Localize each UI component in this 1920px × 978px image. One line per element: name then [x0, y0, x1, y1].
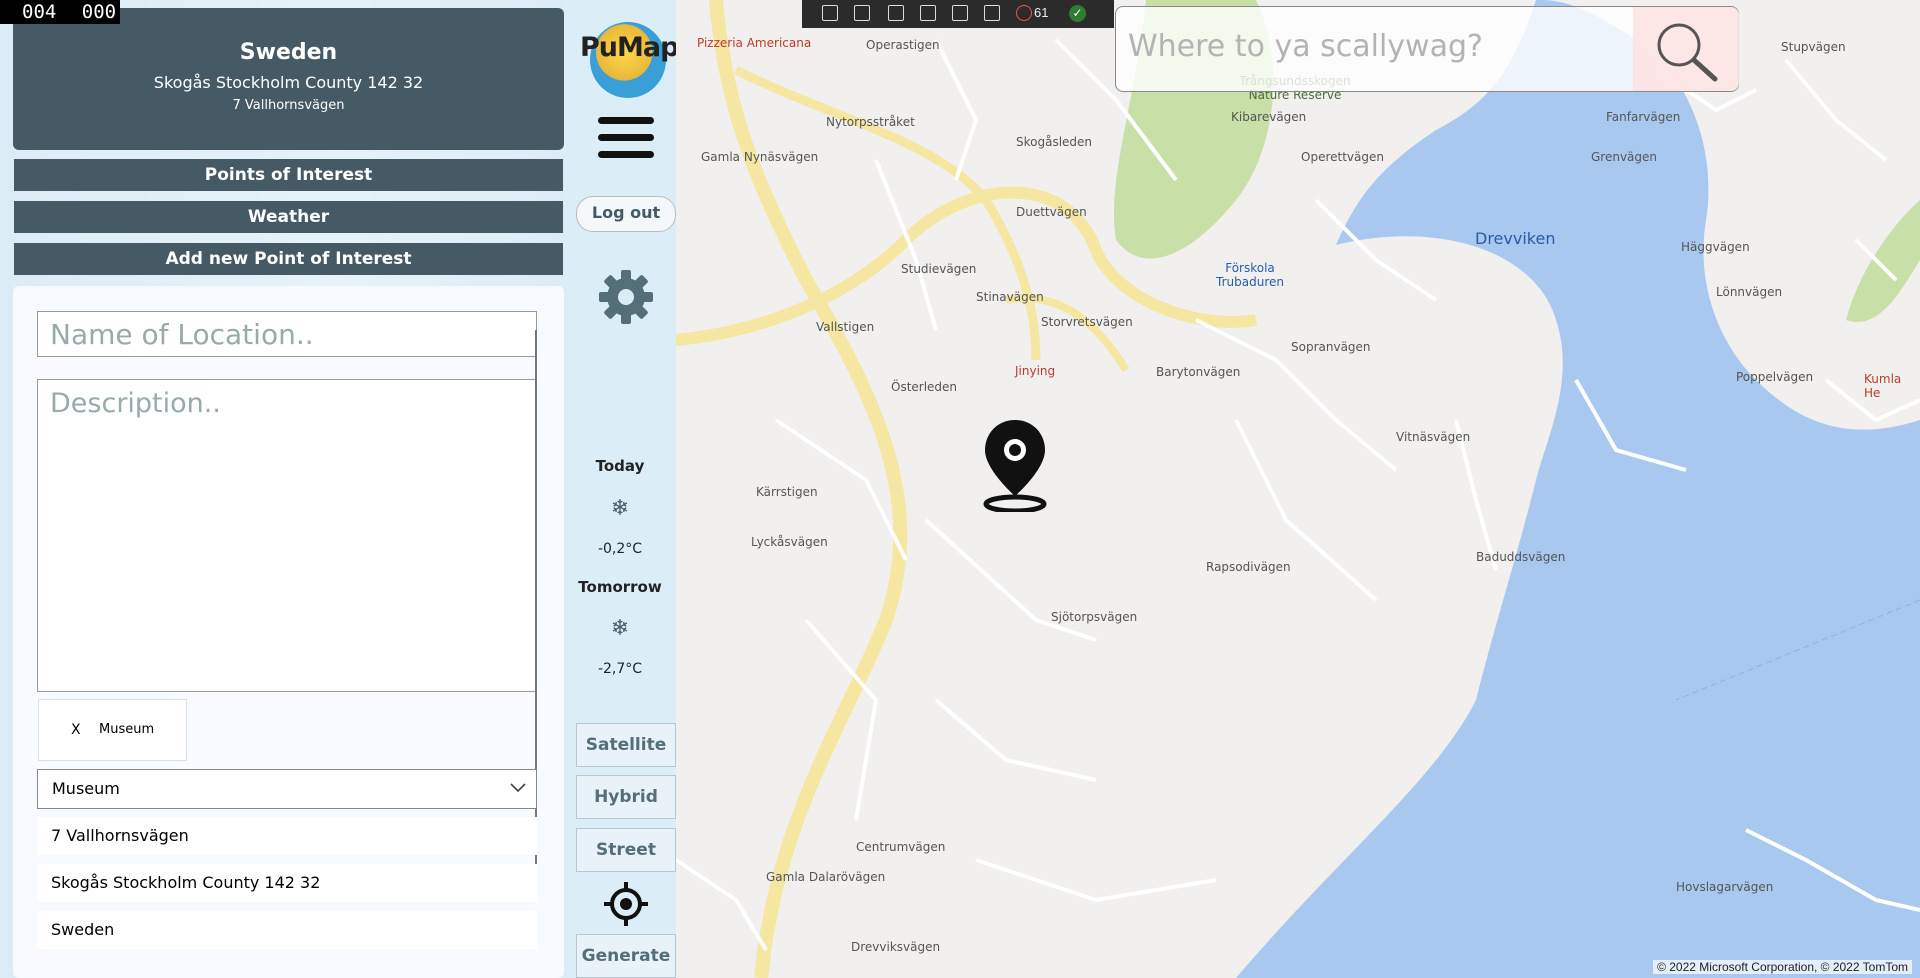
street-label: Grenvägen — [1591, 150, 1658, 164]
cursor-icon[interactable] — [888, 5, 904, 21]
recording-count: 61 — [1034, 5, 1049, 20]
weather-tomorrow-temp: -2,7°C — [597, 661, 643, 677]
street-label: Centrumvägen — [856, 840, 946, 854]
street-label: Lyckåsvägen — [751, 535, 828, 549]
category-select-value: Museum — [52, 779, 120, 798]
location-name-input[interactable]: Name of Location.. — [37, 311, 537, 357]
location-pin-icon[interactable] — [983, 418, 1047, 512]
street-label: Vallstigen — [816, 320, 875, 334]
map-label-drevviken: Drevviken — [1475, 229, 1556, 248]
street-label: Stupvägen — [1781, 40, 1846, 54]
street-label: Vitnäsvägen — [1396, 430, 1471, 444]
street-label: Rapsodivägen — [1206, 560, 1291, 574]
street-label: Duettvägen — [1016, 205, 1087, 219]
map-poi-kumla[interactable]: Kumla He — [1864, 372, 1920, 400]
poi-button[interactable]: Points of Interest — [14, 159, 563, 191]
tag-label: Museum — [99, 722, 155, 737]
street-label: Poppelvägen — [1736, 370, 1814, 384]
recording-toolbar: 61 ✓ — [802, 0, 1114, 28]
street-label: Kibarevägen — [1231, 110, 1307, 124]
location-header: Sweden Skogås Stockholm County 142 32 7 … — [13, 8, 564, 150]
search-input[interactable]: Where to ya scallywag? — [1128, 29, 1483, 64]
video-camera-icon[interactable] — [854, 5, 870, 21]
address-suggestion[interactable]: Sweden — [37, 911, 537, 949]
street-label: Gamla Nynäsvägen — [701, 150, 819, 164]
street-label: Häggvägen — [1681, 240, 1750, 254]
street-label: Barytonvägen — [1156, 365, 1241, 379]
street-label: Gamla Dalarövägen — [766, 870, 886, 884]
map-poi-forskola[interactable]: Förskola Trubaduren — [1210, 261, 1290, 289]
location-country: Sweden — [239, 40, 338, 65]
snowflake-icon: ❄ — [610, 615, 630, 640]
record-settings-icon[interactable] — [822, 5, 838, 21]
street-label: Lönnvägen — [1716, 285, 1783, 299]
map-poi-pizzeria[interactable]: Pizzeria Americana — [697, 36, 811, 50]
hybrid-button[interactable]: Hybrid — [576, 775, 676, 819]
street-label: Storvretsvägen — [1041, 315, 1133, 329]
pointer-capture-icon[interactable] — [984, 5, 1000, 21]
category-tag: X Museum — [38, 699, 187, 761]
category-select[interactable]: Museum — [37, 769, 537, 809]
map-copyright: © 2022 Microsoft Corporation, © 2022 Tom… — [1653, 960, 1912, 974]
street-label: Skogåsleden — [1016, 135, 1093, 149]
check-icon[interactable]: ✓ — [1069, 5, 1086, 22]
weather-tomorrow-label: Tomorrow — [578, 578, 662, 596]
street-label: Stinavägen — [976, 290, 1044, 304]
address-suggestion[interactable]: Skogås Stockholm County 142 32 — [37, 864, 537, 902]
street-label: Baduddsvägen — [1476, 550, 1566, 564]
region-capture-icon[interactable] — [952, 5, 968, 21]
street-label: Operettvägen — [1301, 150, 1384, 164]
recorder-counter: 004 000 — [0, 0, 120, 24]
street-label: Fanfarvägen — [1606, 110, 1681, 124]
logout-button[interactable]: Log out — [576, 196, 676, 232]
location-street: 7 Vallhornsvägen — [232, 98, 345, 113]
record-icon[interactable] — [1016, 5, 1032, 21]
location-region: Skogås Stockholm County 142 32 — [153, 73, 424, 92]
weather-today-label: Today — [595, 457, 645, 475]
street-label: Österleden — [891, 380, 958, 394]
tag-remove-button[interactable]: X — [71, 722, 81, 738]
street-label: Kärrstigen — [756, 485, 818, 499]
crosshair-locate-icon[interactable] — [604, 882, 648, 926]
address-suggestion[interactable]: 7 Vallhornsvägen — [37, 817, 537, 855]
search-icon — [1657, 23, 1718, 82]
add-poi-button[interactable]: Add new Point of Interest — [14, 243, 563, 275]
gear-icon[interactable] — [597, 268, 655, 326]
weather-today-temp: -0,2°C — [597, 541, 643, 557]
map-canvas — [676, 0, 1920, 978]
description-textarea[interactable]: Description.. — [37, 379, 537, 692]
street-label: Studievägen — [901, 262, 977, 276]
weather-button[interactable]: Weather — [14, 201, 563, 233]
street-label: Hovslagarvägen — [1676, 880, 1774, 894]
snowflake-icon: ❄ — [610, 495, 630, 520]
hamburger-menu-icon[interactable] — [598, 117, 654, 159]
satellite-button[interactable]: Satellite — [576, 723, 676, 767]
street-button[interactable]: Street — [576, 828, 676, 872]
search-bar[interactable]: Where to ya scallywag? — [1115, 6, 1739, 92]
search-button[interactable] — [1633, 7, 1739, 91]
street-label: Sjötorpsvägen — [1051, 610, 1138, 624]
window-capture-icon[interactable] — [920, 5, 936, 21]
street-label: Operastigen — [866, 38, 940, 52]
generate-button[interactable]: Generate — [576, 934, 676, 978]
logo-text: PuMap — [580, 32, 679, 63]
map-poi-jinying[interactable]: Jinying — [1015, 364, 1055, 378]
chevron-down-icon — [510, 783, 526, 793]
street-label: Drevviksvägen — [851, 940, 941, 954]
street-label: Sopranvägen — [1291, 340, 1371, 354]
street-label: Nytorpsstråket — [826, 115, 915, 129]
map-view[interactable]: Pizzeria Americana Jinying Förskola Trub… — [676, 0, 1920, 978]
